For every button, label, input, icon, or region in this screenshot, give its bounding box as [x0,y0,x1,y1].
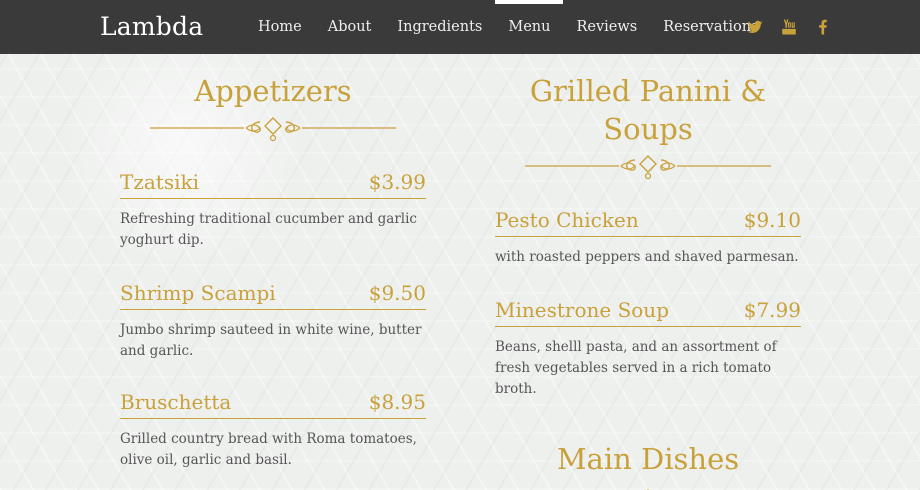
social-links [746,18,832,36]
menu-item-name: Minestrone Soup [495,298,669,322]
panini-soups-section: Grilled Panini & Soups Pesto Chicken $9.… [495,72,801,490]
menu-item-name: Bruschetta [120,390,232,414]
menu-item-price: $3.99 [368,170,426,194]
panini-soups-title-line1: Grilled Panini & [529,74,767,108]
menu-item: Shrimp Scampi $9.50 Jumbo shrimp sauteed… [120,281,426,362]
menu-item-description: with roasted peppers and shaved parmesan… [495,249,799,265]
brand-logo[interactable]: Lambda [100,12,203,41]
menu-item-name: Tzatsiki [120,170,200,194]
menu-item-header: Pesto Chicken $9.10 [495,208,801,237]
menu-item-description: Beans, shelll pasta, and an assortment o… [495,339,777,397]
youtube-icon[interactable] [780,18,798,36]
menu-item-name: Shrimp Scampi [120,281,276,305]
ornament-divider-icon [525,155,771,180]
menu-item-price: $7.99 [743,298,801,322]
menu-item: Pesto Chicken $9.10 with roasted peppers… [495,208,801,268]
menu-item-price: $9.50 [368,281,426,305]
nav-link-about[interactable]: About [315,0,385,54]
navbar: Lambda Home About Ingredients Menu Revie… [0,0,920,54]
menu-item-description: Grilled country bread with Roma tomatoes… [120,431,417,468]
menu-item-header: Tzatsiki $3.99 [120,170,426,199]
appetizers-section: Appetizers Tzatsiki $3.99 Refreshing tra… [120,72,426,471]
ornament-divider-icon [647,489,649,490]
menu-item-header: Bruschetta $8.95 [120,390,426,419]
nav-link-ingredients[interactable]: Ingredients [384,0,495,54]
panini-soups-title: Grilled Panini & Soups [495,72,801,148]
menu-item-header: Shrimp Scampi $9.50 [120,281,426,310]
appetizers-title: Appetizers [194,74,352,108]
menu-item-name: Pesto Chicken [495,208,639,232]
main-dishes-title: Main Dishes [556,442,740,476]
menu-item-description: Jumbo shrimp sauteed in white wine, butt… [120,322,422,359]
facebook-icon[interactable] [814,18,832,36]
menu-item: Bruschetta $8.95 Grilled country bread w… [120,390,426,471]
twitter-icon[interactable] [746,18,764,36]
menu-item: Tzatsiki $3.99 Refreshing traditional cu… [120,170,426,251]
menu-item-header: Minestrone Soup $7.99 [495,298,801,327]
nav-link-reviews[interactable]: Reviews [563,0,650,54]
nav-links: Home About Ingredients Menu Reviews Rese… [245,0,771,54]
panini-soups-title-line2: Soups [603,112,693,146]
nav-link-home[interactable]: Home [245,0,315,54]
ornament-divider-icon [150,117,396,142]
menu-item-price: $8.95 [368,390,426,414]
menu-item-price: $9.10 [743,208,801,232]
menu-item: Minestrone Soup $7.99 Beans, shelll past… [495,298,801,400]
nav-link-menu[interactable]: Menu [495,0,564,54]
menu-item-description: Refreshing traditional cucumber and garl… [120,211,417,248]
